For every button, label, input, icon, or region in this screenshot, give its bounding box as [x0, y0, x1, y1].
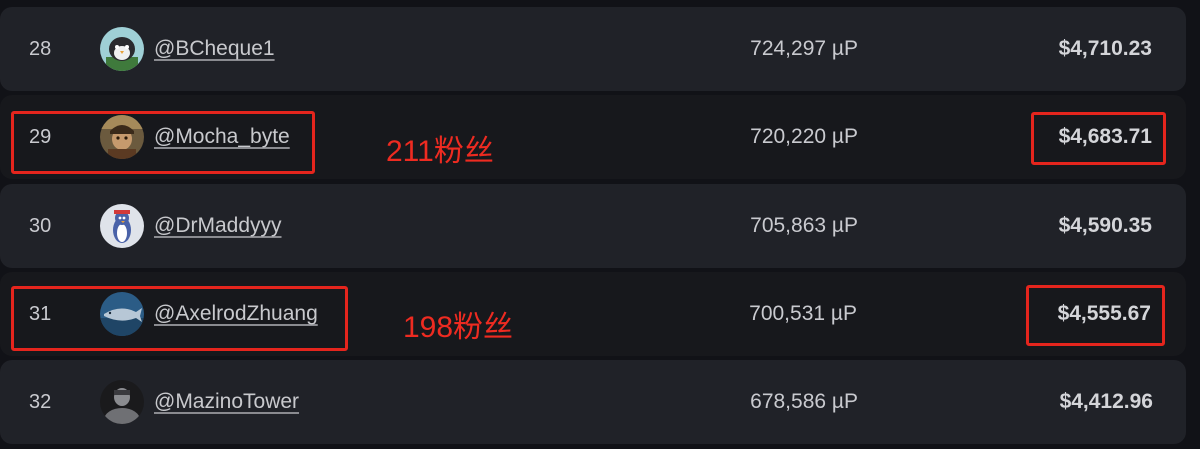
user-handle-link[interactable]: @DrMaddyyy	[154, 184, 282, 268]
avatar[interactable]	[100, 115, 144, 159]
points-value: 720,220 µP	[750, 125, 858, 148]
leaderboard-row: 32 @MazinoTower 678,586 µP $4,412.96	[0, 360, 1186, 444]
earnings-value: $4,555.67	[1057, 302, 1151, 325]
points-value: 705,863 µP	[750, 214, 858, 237]
user-handle-link[interactable]: @AxelrodZhuang	[154, 272, 318, 356]
points-value: 724,297 µP	[750, 37, 858, 60]
earnings-value: $4,683.71	[1058, 125, 1152, 148]
rank-number: 28	[29, 38, 52, 60]
annotation-followers-31: 198粉丝	[403, 311, 514, 344]
leaderboard-row: 28 @BCheque1 724,297 µP $4,710.23	[0, 7, 1186, 91]
earnings-value: $4,710.23	[1058, 37, 1152, 60]
user-handle-link[interactable]: @BCheque1	[154, 7, 275, 91]
rank-number: 30	[29, 215, 52, 237]
points-value: 678,586 µP	[750, 390, 858, 413]
leaderboard-row: 29 @Mocha_byte 720,220 µP $4,683.71	[0, 95, 1186, 179]
leaderboard: 28 @BCheque1 724,297 µP $4,710.23 29 @Mo…	[0, 0, 1200, 449]
rank-number: 31	[29, 303, 52, 325]
avatar[interactable]	[100, 27, 144, 71]
annotation-followers-29: 211粉丝	[386, 135, 494, 168]
leaderboard-row: 31 @AxelrodZhuang 700,531 µP $4,555.67	[0, 272, 1186, 356]
earnings-value: $4,412.96	[1059, 390, 1153, 413]
user-handle-link[interactable]: @MazinoTower	[154, 360, 299, 444]
rank-number: 29	[29, 126, 52, 148]
avatar[interactable]	[100, 292, 144, 336]
rank-number: 32	[29, 391, 52, 413]
avatar[interactable]	[100, 380, 144, 424]
avatar[interactable]	[100, 204, 144, 248]
leaderboard-row: 30 @DrMaddyyy 705,863 µP $4,590.35	[0, 184, 1186, 268]
points-value: 700,531 µP	[749, 302, 857, 325]
earnings-value: $4,590.35	[1058, 214, 1152, 237]
user-handle-link[interactable]: @Mocha_byte	[154, 95, 290, 179]
